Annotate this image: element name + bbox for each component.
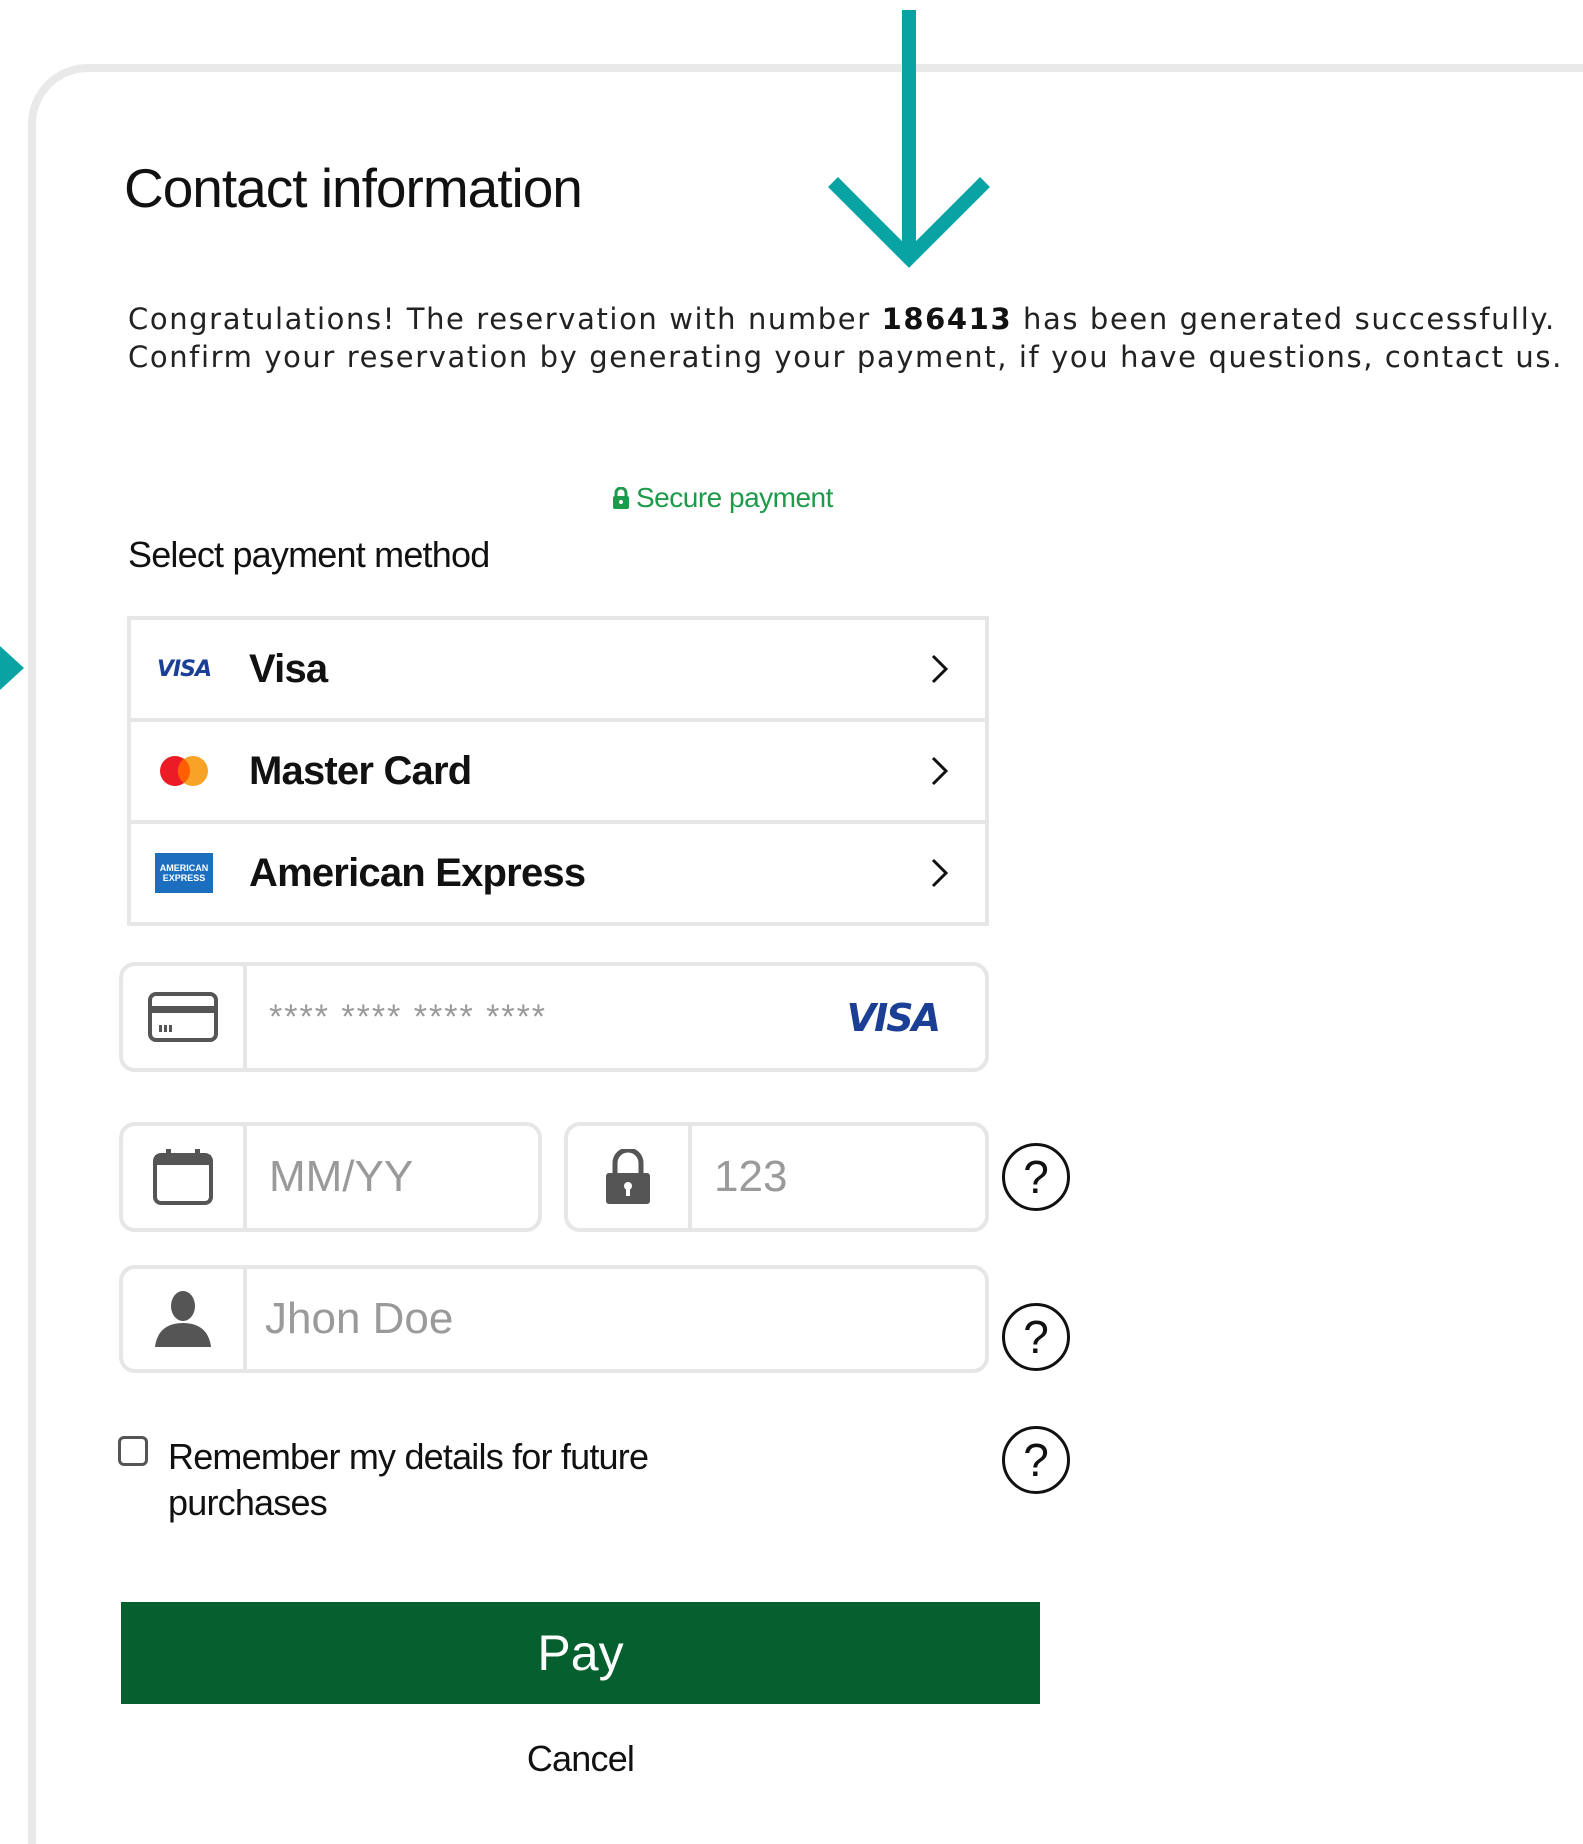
- payment-method-label: Visa: [249, 646, 328, 691]
- credit-card-icon: [123, 966, 247, 1068]
- remember-help-icon[interactable]: ?: [1002, 1426, 1070, 1494]
- card-brand-visa: VISA: [846, 996, 941, 1040]
- chevron-right-icon: [931, 756, 949, 786]
- padlock-icon: [613, 487, 629, 509]
- lock-icon: [568, 1126, 692, 1228]
- card-number-input[interactable]: [269, 966, 809, 1068]
- cvv-field: [564, 1122, 989, 1232]
- payment-method-visa[interactable]: VISA Visa: [131, 620, 985, 722]
- message-text-2: has been generated successfully.: [1012, 302, 1556, 336]
- expiry-field: [119, 1122, 542, 1232]
- cardholder-name-input[interactable]: [265, 1269, 945, 1369]
- message-line-2: Confirm your reservation by generating y…: [128, 340, 1563, 374]
- cvv-input[interactable]: [714, 1126, 964, 1228]
- name-help-icon[interactable]: ?: [1002, 1303, 1070, 1371]
- remember-label: Remember my details for future purchases: [168, 1436, 649, 1523]
- chevron-right-icon: [931, 654, 949, 684]
- reservation-message: Congratulations! The reservation with nu…: [128, 300, 1563, 376]
- secure-payment-label: Secure payment: [636, 482, 833, 513]
- user-icon: [123, 1269, 247, 1369]
- visa-logo-icon: VISA: [156, 656, 212, 682]
- page: Contact information Congratulations! The…: [0, 0, 1583, 1844]
- message-text-1: Congratulations! The reservation with nu…: [128, 302, 882, 336]
- remember-checkbox[interactable]: [118, 1436, 148, 1466]
- arrow-down-icon: [828, 10, 990, 268]
- expiry-input[interactable]: [269, 1126, 519, 1228]
- secure-payment-badge: Secure payment: [612, 482, 833, 514]
- message-line-1: Congratulations! The reservation with nu…: [128, 300, 1554, 338]
- payment-method-label: American Express: [249, 850, 586, 895]
- side-pointer-icon: [0, 646, 24, 690]
- mastercard-circles-icon: [160, 756, 208, 786]
- pay-button[interactable]: Pay: [121, 1602, 1040, 1704]
- payment-method-amex[interactable]: AMERICAN EXPRESS American Express: [131, 824, 985, 922]
- remember-details: Remember my details for future purchases: [118, 1434, 688, 1526]
- calendar-icon: [123, 1126, 247, 1228]
- payment-method-list: VISA Visa Master Card AMERICAN EXPRESS A…: [127, 616, 989, 926]
- payment-method-mastercard[interactable]: Master Card: [131, 722, 985, 824]
- cardholder-name-field: [119, 1265, 989, 1373]
- payment-method-label: Master Card: [249, 748, 472, 793]
- select-payment-label: Select payment method: [128, 534, 490, 575]
- reservation-number: 186413: [881, 302, 1013, 336]
- cancel-link[interactable]: Cancel: [121, 1738, 1040, 1780]
- amex-logo-icon: AMERICAN EXPRESS: [155, 853, 213, 893]
- card-number-field: VISA: [119, 962, 989, 1072]
- cvv-help-icon[interactable]: ?: [1002, 1143, 1070, 1211]
- page-title: Contact information: [124, 157, 583, 219]
- mastercard-logo-icon: [155, 751, 213, 791]
- chevron-right-icon: [931, 858, 949, 888]
